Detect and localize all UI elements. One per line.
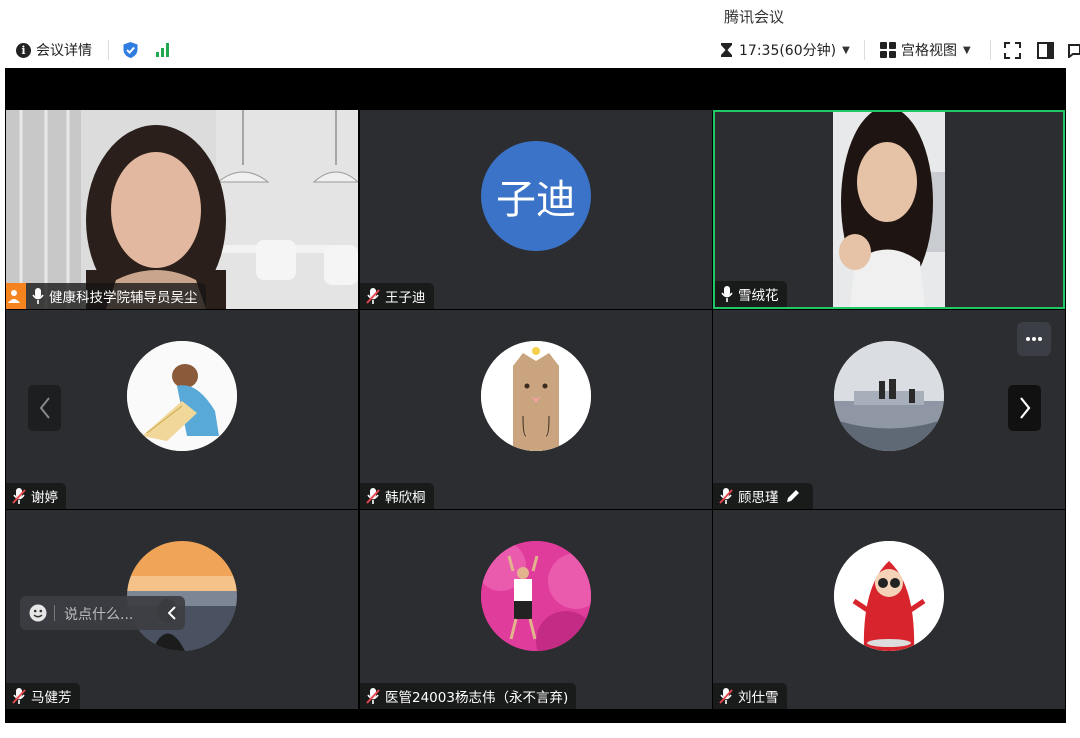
person-icon xyxy=(7,290,20,303)
meeting-info-label: 会议详情 xyxy=(36,43,92,59)
mic-muted-icon xyxy=(12,488,26,504)
participant-name-tag: 韩欣桐 xyxy=(360,483,434,509)
participant-tile[interactable]: 韩欣桐 xyxy=(360,310,712,509)
participant-name: 王子迪 xyxy=(385,290,426,306)
participant-name: 谢婷 xyxy=(31,490,58,506)
participant-tile[interactable]: 子迪 王子迪 xyxy=(360,110,712,309)
chat-placeholder: 说点什么... xyxy=(64,607,134,623)
title-bar: 腾讯会议 xyxy=(0,0,1080,32)
bottom-toolbar xyxy=(0,723,1080,738)
fullscreen-icon xyxy=(1004,41,1021,59)
avatar: 子迪 xyxy=(481,141,591,251)
next-page-button[interactable] xyxy=(1008,385,1041,431)
view-mode-button[interactable]: 宫格视图 ▼ xyxy=(880,32,971,68)
mic-muted-icon xyxy=(366,488,380,504)
participant-name-tag: 健康科技学院辅导员吴尘 xyxy=(6,283,206,309)
participant-name-tag: 刘仕雪 xyxy=(713,683,787,709)
meeting-toolbar: i 会议详情 17:35(60分钟) ▼ 宫格视图 ▼ xyxy=(0,32,1080,68)
network-status[interactable] xyxy=(156,32,169,68)
avatar-initials: 子迪 xyxy=(496,177,576,223)
chevron-down-icon: ▼ xyxy=(963,44,971,56)
participant-name: 雪绒花 xyxy=(738,288,779,304)
mic-muted-icon xyxy=(366,288,380,304)
host-badge xyxy=(6,283,26,309)
more-icon xyxy=(1026,337,1042,341)
sidebar-icon xyxy=(1037,41,1054,59)
security-button[interactable] xyxy=(122,32,139,68)
avatar-illustration xyxy=(834,541,944,651)
divider xyxy=(864,40,865,60)
meeting-timer: 17:35(60分钟) xyxy=(739,43,837,59)
more-button[interactable] xyxy=(1017,322,1051,356)
mic-muted-icon xyxy=(719,488,733,504)
meeting-timer-button[interactable]: 17:35(60分钟) ▼ xyxy=(720,32,850,68)
divider xyxy=(990,40,991,60)
info-icon: i xyxy=(16,42,31,58)
hourglass-icon xyxy=(721,43,732,57)
participant-name-tag: 谢婷 xyxy=(6,483,66,509)
app-title: 腾讯会议 xyxy=(724,8,785,26)
avatar-photo xyxy=(834,341,944,451)
chevron-left-icon[interactable] xyxy=(168,606,176,620)
meeting-info-button[interactable]: i 会议详情 xyxy=(16,32,92,68)
participant-name: 刘仕雪 xyxy=(738,690,779,706)
chevron-down-icon: ▼ xyxy=(842,44,850,56)
shield-check-icon xyxy=(123,42,138,58)
avatar xyxy=(127,341,237,451)
participant-name-tag: 雪绒花 xyxy=(715,281,787,307)
grid-view-icon xyxy=(880,42,896,58)
participant-name: 健康科技学院辅导员吴尘 xyxy=(49,290,198,306)
chevron-left-icon xyxy=(39,397,50,419)
participant-tile-active[interactable]: 雪绒花 xyxy=(713,110,1065,309)
participant-name: 韩欣桐 xyxy=(385,490,426,506)
mic-muted-icon xyxy=(12,688,26,704)
participant-name-tag: 医管24003杨志伟（永不言弃) xyxy=(360,683,577,709)
signal-icon xyxy=(156,43,169,57)
avatar-photo xyxy=(481,541,591,651)
mic-muted-icon xyxy=(719,688,733,704)
chevron-right-icon xyxy=(1019,397,1030,419)
fullscreen-button[interactable] xyxy=(1004,32,1021,68)
avatar-illustration xyxy=(127,341,237,451)
participant-name: 医管24003杨志伟（永不言弃) xyxy=(385,690,569,706)
participant-tile[interactable]: 健康科技学院辅导员吴尘 xyxy=(6,110,358,309)
prev-page-button[interactable] xyxy=(28,385,61,431)
emoji-icon[interactable] xyxy=(29,604,47,622)
mic-icon xyxy=(721,286,733,302)
chat-input-box[interactable]: 说点什么... xyxy=(20,596,185,630)
video-feed xyxy=(715,112,1063,307)
participant-name: 顾思瑾 xyxy=(738,490,779,506)
participant-name: 马健芳 xyxy=(31,690,72,706)
avatar-illustration xyxy=(481,341,591,451)
participant-name-tag: 王子迪 xyxy=(360,283,434,309)
sidebar-toggle-button[interactable] xyxy=(1037,32,1054,68)
participant-tile[interactable]: 刘仕雪 xyxy=(713,510,1065,709)
avatar xyxy=(834,341,944,451)
participant-tile[interactable]: 医管24003杨志伟（永不言弃) xyxy=(360,510,712,709)
avatar xyxy=(481,541,591,651)
view-mode-label: 宫格视图 xyxy=(901,43,957,59)
avatar xyxy=(834,541,944,651)
avatar xyxy=(481,341,591,451)
divider xyxy=(54,605,55,621)
mic-icon xyxy=(32,288,44,304)
pencil-icon xyxy=(786,490,799,502)
mic-muted-icon xyxy=(366,688,380,704)
divider xyxy=(108,40,109,60)
video-feed xyxy=(6,110,358,309)
participant-name-tag: 顾思瑾 xyxy=(713,483,813,509)
participant-name-tag: 马健芳 xyxy=(6,683,80,709)
chat-panel-button[interactable] xyxy=(1068,32,1080,68)
chat-icon xyxy=(1068,44,1080,58)
